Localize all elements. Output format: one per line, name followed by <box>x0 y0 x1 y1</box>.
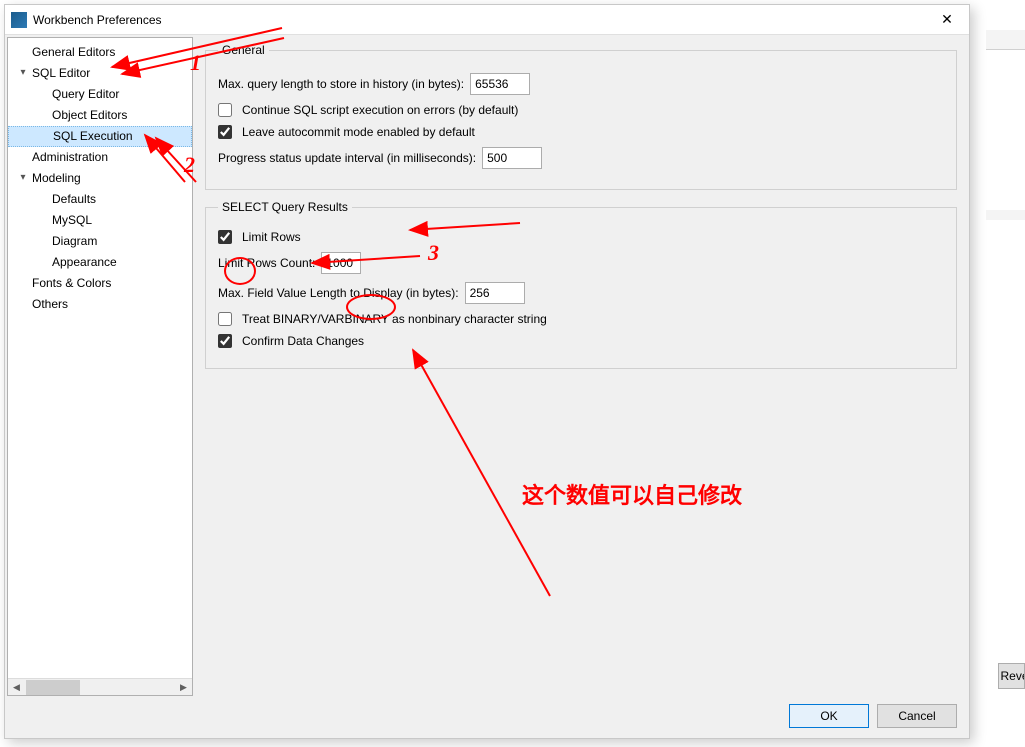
titlebar: Workbench Preferences ✕ <box>5 5 969 35</box>
sidebar-item-others[interactable]: Others <box>8 294 192 315</box>
scroll-thumb[interactable] <box>26 680 80 695</box>
autocommit-checkbox[interactable] <box>218 125 232 139</box>
split: General Editors ▾ SQL Editor Query Edito… <box>5 35 969 698</box>
max-query-label: Max. query length to store in history (i… <box>218 77 464 91</box>
limit-rows-checkbox[interactable] <box>218 230 232 244</box>
max-field-label: Max. Field Value Length to Display (in b… <box>218 286 459 300</box>
app-icon <box>11 12 27 28</box>
sidebar-item-modeling[interactable]: ▾ Modeling <box>8 168 192 189</box>
close-button[interactable]: ✕ <box>925 5 969 35</box>
treat-binary-label: Treat BINARY/VARBINARY as nonbinary char… <box>242 312 547 326</box>
treat-binary-checkbox[interactable] <box>218 312 232 326</box>
sidebar-item-appearance[interactable]: Appearance <box>8 252 192 273</box>
autocommit-label: Leave autocommit mode enabled by default <box>242 125 475 139</box>
main-panel: General Max. query length to store in hi… <box>193 35 969 698</box>
sidebar-hscrollbar[interactable]: ◀ ▶ <box>8 678 192 695</box>
continue-errors-checkbox[interactable] <box>218 103 232 117</box>
background-stub-1 <box>986 30 1025 50</box>
sidebar-item-defaults[interactable]: Defaults <box>8 189 192 210</box>
sidebar-item-administration[interactable]: Administration <box>8 147 192 168</box>
limit-rows-count-input[interactable] <box>321 252 361 274</box>
body: General Editors ▾ SQL Editor Query Edito… <box>5 35 969 738</box>
chevron-down-icon: ▾ <box>18 170 28 184</box>
nav-tree: General Editors ▾ SQL Editor Query Edito… <box>8 38 192 319</box>
limit-rows-label: Limit Rows <box>242 230 301 244</box>
close-icon: ✕ <box>941 11 953 28</box>
sidebar-item-sql-editor[interactable]: ▾ SQL Editor <box>8 63 192 84</box>
progress-label: Progress status update interval (in mill… <box>218 151 476 165</box>
chevron-down-icon: ▾ <box>18 65 28 79</box>
background-stub-2 <box>986 210 1025 220</box>
sidebar-item-general-editors[interactable]: General Editors <box>8 42 192 63</box>
progress-input[interactable] <box>482 147 542 169</box>
confirm-changes-checkbox[interactable] <box>218 334 232 348</box>
sidebar-item-object-editors[interactable]: Object Editors <box>8 105 192 126</box>
cancel-button[interactable]: Cancel <box>877 704 957 728</box>
sidebar: General Editors ▾ SQL Editor Query Edito… <box>7 37 193 696</box>
sidebar-item-mysql[interactable]: MySQL <box>8 210 192 231</box>
max-field-input[interactable] <box>465 282 525 304</box>
max-query-input[interactable] <box>470 73 530 95</box>
scroll-right-icon[interactable]: ▶ <box>175 679 192 696</box>
general-group: General Max. query length to store in hi… <box>205 43 957 190</box>
background-button-reve[interactable]: Reve <box>998 663 1025 689</box>
sidebar-item-diagram[interactable]: Diagram <box>8 231 192 252</box>
select-results-group: SELECT Query Results Limit Rows Limit Ro… <box>205 200 957 369</box>
window-title: Workbench Preferences <box>33 13 925 27</box>
continue-errors-label: Continue SQL script execution on errors … <box>242 103 518 117</box>
scroll-left-icon[interactable]: ◀ <box>8 679 25 696</box>
general-legend: General <box>218 43 269 57</box>
button-bar: OK Cancel <box>5 698 969 738</box>
confirm-changes-label: Confirm Data Changes <box>242 334 364 348</box>
ok-button[interactable]: OK <box>789 704 869 728</box>
sidebar-item-sql-execution[interactable]: SQL Execution <box>8 126 192 147</box>
sidebar-item-fonts-colors[interactable]: Fonts & Colors <box>8 273 192 294</box>
limit-rows-count-label: Limit Rows Count: <box>218 256 315 270</box>
sidebar-item-query-editor[interactable]: Query Editor <box>8 84 192 105</box>
preferences-window: Workbench Preferences ✕ General Editors … <box>4 4 970 739</box>
select-results-legend: SELECT Query Results <box>218 200 352 214</box>
